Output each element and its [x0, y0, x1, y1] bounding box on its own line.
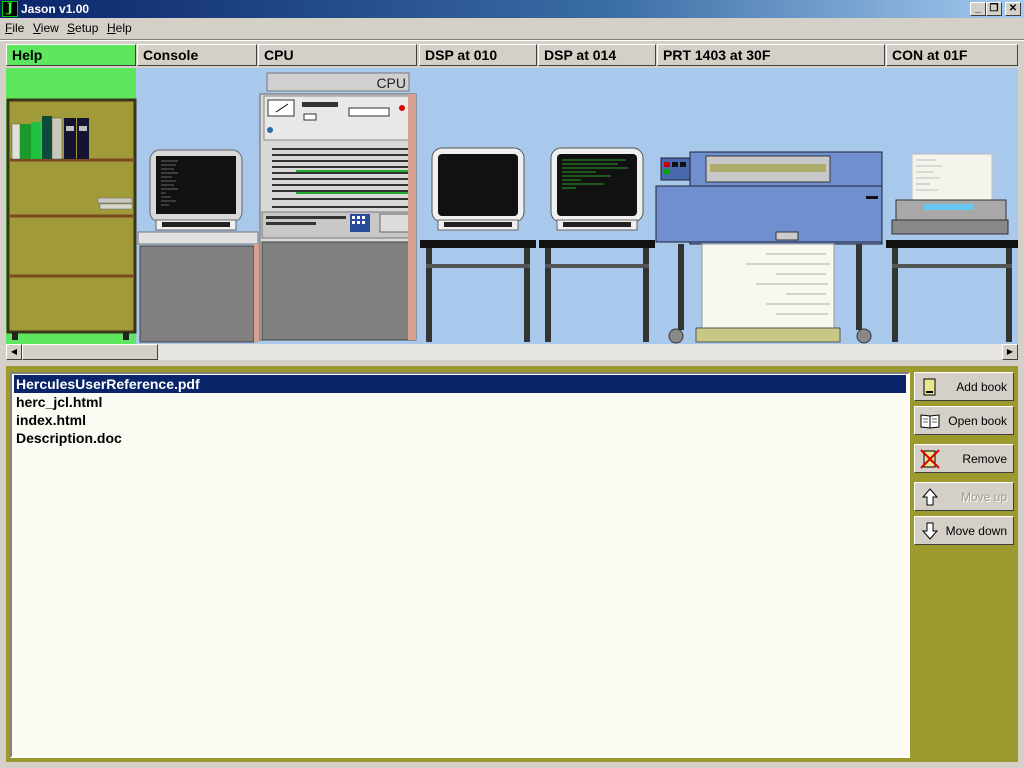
add-book-button[interactable]: Add book [914, 372, 1014, 401]
tab-dsp-014[interactable]: DSP at 014 [538, 44, 656, 66]
menu-bar: File View Setup Help [0, 18, 1024, 38]
printer-1403-illustration[interactable] [655, 151, 883, 344]
menu-setup[interactable]: Setup [67, 21, 98, 35]
restore-button[interactable]: ❐ [986, 2, 1002, 16]
app-icon: J [2, 1, 18, 17]
tab-prt-1403[interactable]: PRT 1403 at 30F [657, 44, 885, 66]
console-typewriter-illustration[interactable] [886, 153, 1018, 342]
title-bar: J Jason v1.00 _ ❐ ✕ [0, 0, 1024, 18]
device-scene: CPU [6, 68, 1018, 344]
tab-help[interactable]: Help [6, 44, 136, 66]
remove-button[interactable]: Remove [914, 444, 1014, 473]
list-item[interactable]: herc_jcl.html [14, 393, 906, 411]
menu-view[interactable]: View [33, 21, 59, 35]
book-icon [923, 378, 936, 396]
open-book-button[interactable]: Open book [914, 406, 1014, 435]
remove-icon [920, 449, 940, 469]
menu-file[interactable]: File [5, 21, 24, 35]
window-title: Jason v1.00 [21, 2, 90, 16]
list-item[interactable]: Description.doc [14, 429, 906, 447]
list-item[interactable]: index.html [14, 411, 906, 429]
move-up-button[interactable]: Move up [914, 482, 1014, 511]
cpu-cabinet-illustration[interactable]: CPU [259, 72, 417, 341]
menu-help[interactable]: Help [107, 21, 132, 35]
move-down-button[interactable]: Move down [914, 516, 1014, 545]
bookcase-illustration[interactable] [6, 98, 137, 340]
list-item[interactable]: HerculesUserReference.pdf [14, 375, 906, 393]
console-terminal-illustration[interactable] [137, 149, 260, 343]
menu-separator [0, 39, 1024, 41]
cpu-label: CPU [376, 75, 406, 91]
tab-console[interactable]: Console [137, 44, 257, 66]
device-tabs: Help Console CPU DSP at 010 DSP at 014 P… [6, 44, 1018, 68]
scroll-right-button[interactable]: ▶ [1002, 344, 1018, 360]
display-010-illustration[interactable] [420, 147, 536, 342]
bookshelf-panel: HerculesUserReference.pdf herc_jcl.html … [6, 366, 1018, 762]
open-book-icon [920, 414, 940, 429]
arrow-up-icon [921, 488, 939, 506]
tab-cpu[interactable]: CPU [258, 44, 417, 66]
book-list[interactable]: HerculesUserReference.pdf herc_jcl.html … [10, 372, 910, 758]
tab-con-01f[interactable]: CON at 01F [886, 44, 1018, 66]
close-button[interactable]: ✕ [1005, 2, 1021, 16]
tab-dsp-010[interactable]: DSP at 010 [419, 44, 537, 66]
arrow-down-icon [921, 522, 939, 540]
minimize-button[interactable]: _ [970, 2, 986, 16]
scroll-left-button[interactable]: ◀ [6, 344, 22, 360]
scene-scrollbar[interactable]: ◀ ▶ [6, 344, 1018, 360]
scroll-thumb[interactable] [22, 344, 158, 360]
display-014-illustration[interactable] [539, 147, 655, 342]
